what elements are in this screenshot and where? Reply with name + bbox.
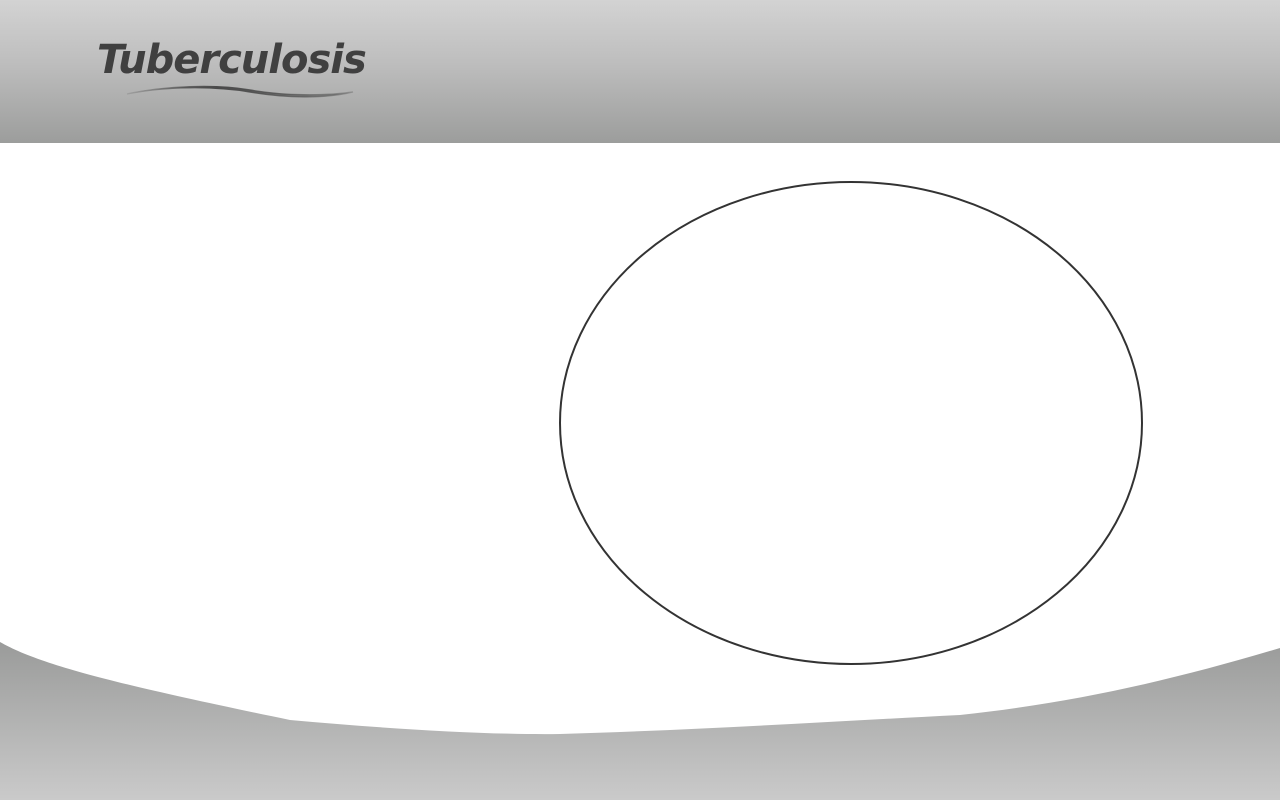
title-block: Tuberculosis [97, 36, 377, 106]
swoosh-icon [126, 85, 354, 98]
slide-canvas: Tuberculosis [0, 0, 1280, 800]
footer-wave [0, 642, 1280, 800]
page-title: Tuberculosis [97, 37, 367, 83]
